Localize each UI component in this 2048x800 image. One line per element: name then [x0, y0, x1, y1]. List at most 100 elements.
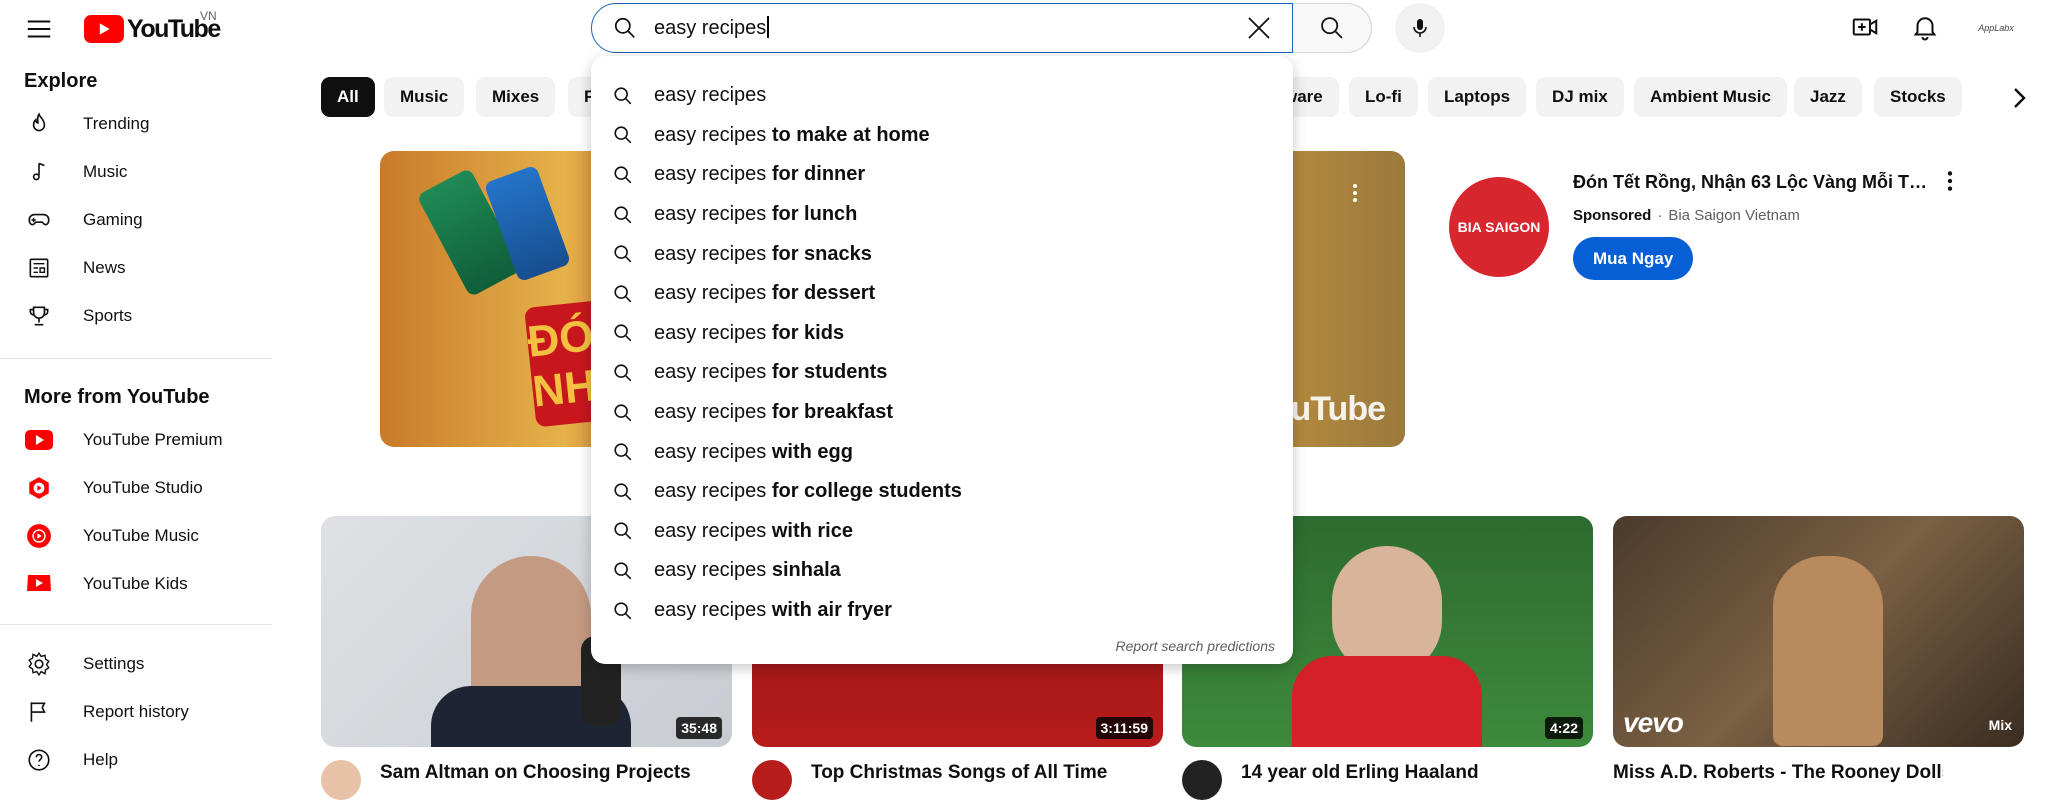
suggestion-prefix: easy recipes: [654, 163, 767, 186]
suggestion-prefix: easy recipes: [654, 401, 767, 424]
advertiser-logo[interactable]: BIA SAIGON: [1449, 177, 1549, 277]
sidebar-item-music[interactable]: Music: [0, 148, 272, 196]
video-title[interactable]: Top Christmas Songs of All Time: [811, 762, 1141, 784]
suggestion-completion: for breakfast: [766, 401, 893, 424]
sidebar-item-youtube-premium[interactable]: YouTube Premium: [0, 416, 272, 464]
sidebar: Explore Trending Music Gaming News Sport…: [0, 58, 272, 771]
search-icon: [1321, 17, 1343, 39]
sidebar-item-label: YouTube Premium: [83, 430, 223, 449]
suggestion-prefix: easy recipes: [654, 361, 767, 384]
youtube-premium-icon: [24, 425, 54, 455]
suggestion-completion: with egg: [766, 440, 853, 463]
suggestion-item[interactable]: easy recipes sinhala: [591, 551, 1293, 591]
sidebar-item-youtube-music[interactable]: YouTube Music: [0, 512, 272, 560]
sidebar-divider: [0, 358, 272, 359]
meta-separator: ·: [1657, 207, 1663, 224]
suggestion-prefix: easy recipes: [654, 123, 767, 146]
suggestion-prefix: easy recipes: [654, 599, 767, 622]
news-icon: [24, 253, 54, 283]
video-thumbnail[interactable]: vevo Mix: [1613, 516, 2024, 747]
chip-music[interactable]: Music: [384, 77, 465, 117]
account-avatar[interactable]: AppLabx: [1968, 10, 2024, 46]
menu-button[interactable]: [24, 14, 54, 44]
sidebar-item-label: YouTube Music: [83, 526, 199, 545]
chips-next-button[interactable]: [2000, 80, 2036, 116]
ad-more-options-button[interactable]: [1937, 168, 1963, 194]
channel-avatar[interactable]: [321, 760, 361, 800]
voice-search-button[interactable]: [1395, 3, 1445, 53]
search-box[interactable]: easy recipes: [591, 3, 1293, 53]
video-duration: 3:11:59: [1095, 717, 1153, 739]
suggestion-item[interactable]: easy recipes with rice: [591, 512, 1293, 552]
music-icon: [24, 157, 54, 187]
notifications-button[interactable]: [1910, 12, 1940, 42]
ad-cta-button[interactable]: Mua Ngay: [1573, 237, 1694, 280]
sidebar-item-sports[interactable]: Sports: [0, 292, 272, 340]
suggestion-item[interactable]: easy recipes to make at home: [591, 116, 1293, 156]
suggestion-prefix: easy recipes: [654, 84, 767, 107]
search-icon: [612, 520, 634, 542]
suggestion-item[interactable]: easy recipes for students: [591, 353, 1293, 393]
youtube-play-icon: [84, 15, 124, 43]
chip-ambient-music[interactable]: Ambient Music: [1634, 77, 1787, 117]
video-title[interactable]: Miss A.D. Roberts - The Rooney Dolls: [1613, 762, 1943, 784]
suggestion-item[interactable]: easy recipes for kids: [591, 314, 1293, 354]
trophy-icon: [24, 301, 54, 331]
chip-mixes[interactable]: Mixes: [476, 77, 556, 117]
youtube-studio-icon: [24, 473, 54, 503]
chip-stocks[interactable]: Stocks: [1874, 77, 1962, 117]
search-icon: [612, 124, 634, 146]
video-title[interactable]: Sam Altman on Choosing Projects: [380, 762, 710, 784]
report-search-predictions-link[interactable]: Report search predictions: [1115, 638, 1275, 654]
gaming-icon: [24, 205, 54, 235]
search-icon: [612, 164, 634, 186]
chip-dj-mix[interactable]: DJ mix: [1536, 77, 1624, 117]
suggestion-completion: sinhala: [766, 559, 841, 582]
sidebar-item-label: News: [83, 258, 126, 277]
video-duration: 4:22: [1544, 717, 1583, 739]
suggestion-item[interactable]: easy recipes for breakfast: [591, 393, 1293, 433]
more-vert-icon[interactable]: [1343, 181, 1367, 205]
search-input[interactable]: easy recipes: [654, 16, 1244, 40]
sidebar-item-youtube-studio[interactable]: YouTube Studio: [0, 464, 272, 512]
sidebar-item-report-history[interactable]: Report history: [0, 688, 272, 736]
suggestion-item[interactable]: easy recipes: [591, 76, 1293, 116]
suggestion-completion: for students: [766, 361, 888, 384]
chip-laptops[interactable]: Laptops: [1428, 77, 1527, 117]
sidebar-item-label: Gaming: [83, 210, 143, 229]
sidebar-item-news[interactable]: News: [0, 244, 272, 292]
suggestion-item[interactable]: easy recipes for lunch: [591, 195, 1293, 235]
sidebar-item-gaming[interactable]: Gaming: [0, 196, 272, 244]
search-icon: [614, 17, 635, 38]
suggestion-item[interactable]: easy recipes for snacks: [591, 234, 1293, 274]
suggestion-item[interactable]: easy recipes for college students: [591, 472, 1293, 512]
jersey-image: [1292, 656, 1482, 747]
search-icon: [612, 402, 634, 424]
chip-all[interactable]: All: [321, 77, 375, 117]
search-button[interactable]: [1293, 3, 1372, 53]
suggestion-prefix: easy recipes: [654, 559, 767, 582]
suggestion-completion: with air fryer: [766, 599, 892, 622]
sidebar-item-label: Help: [83, 750, 118, 769]
sidebar-item-settings[interactable]: Settings: [0, 640, 272, 688]
channel-avatar[interactable]: [1182, 760, 1222, 800]
sponsored-label: Sponsored: [1573, 207, 1652, 224]
suggestion-list: easy recipes easy recipes to make at home…: [591, 76, 1293, 630]
video-title[interactable]: 14 year old Erling Haaland: [1241, 762, 1571, 784]
search-icon: [612, 481, 634, 503]
create-video-button[interactable]: [1850, 12, 1880, 42]
sidebar-item-youtube-kids[interactable]: YouTube Kids: [0, 560, 272, 608]
channel-avatar[interactable]: [752, 760, 792, 800]
clear-search-icon[interactable]: [1244, 13, 1274, 43]
more-vert-icon: [1947, 171, 1953, 191]
chip-lofi[interactable]: Lo-fi: [1349, 77, 1418, 117]
suggestion-item[interactable]: easy recipes for dessert: [591, 274, 1293, 314]
suggestion-item[interactable]: easy recipes for dinner: [591, 155, 1293, 195]
sidebar-item-trending[interactable]: Trending: [0, 100, 272, 148]
ad-title[interactable]: Đón Tết Rồng, Nhận 63 Lộc Vàng Mỗi Tối T…: [1573, 172, 1928, 193]
sidebar-item-help[interactable]: Help: [0, 736, 272, 784]
suggestion-prefix: easy recipes: [654, 282, 767, 305]
suggestion-item[interactable]: easy recipes with egg: [591, 432, 1293, 472]
chip-jazz[interactable]: Jazz: [1794, 77, 1862, 117]
suggestion-item[interactable]: easy recipes with air fryer: [591, 591, 1293, 631]
